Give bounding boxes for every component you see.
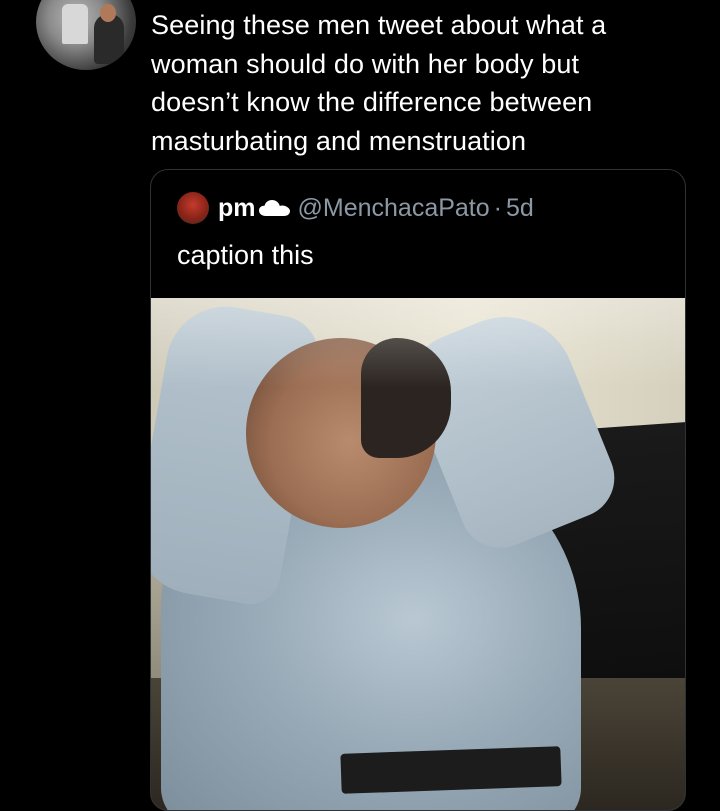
tweet-text-line: woman should do with her body but (151, 48, 580, 79)
tweet-text-line: doesn’t know the difference between (151, 87, 593, 117)
quoted-tweet-text: caption this (177, 240, 314, 270)
tweet-text: Seeing these men tweet about what a woma… (151, 6, 711, 160)
author-avatar[interactable] (36, 0, 136, 70)
separator-dot: · (493, 193, 502, 222)
photo-glare-shape (151, 298, 685, 388)
quoted-handle[interactable]: @MenchacaPato (298, 194, 490, 223)
avatar-face-shape (100, 4, 116, 22)
quoted-author-avatar[interactable] (177, 192, 209, 224)
photo-keyboard-shape (340, 746, 562, 794)
quoted-timestamp[interactable]: 5d (506, 194, 534, 223)
tweet-text-line: Seeing these men tweet about what a (151, 10, 607, 40)
tweet-text-line: masturbating and menstruation (151, 125, 527, 156)
quoted-display-name[interactable]: pm (218, 194, 256, 223)
cloud-icon (258, 200, 290, 216)
quoted-tweet-card[interactable]: pm @MenchacaPato · 5d caption this (150, 169, 686, 811)
quoted-tweet-photo[interactable] (151, 298, 685, 810)
avatar-trophy-shape (62, 4, 88, 44)
quoted-tweet-header: pm @MenchacaPato · 5d (177, 192, 534, 224)
